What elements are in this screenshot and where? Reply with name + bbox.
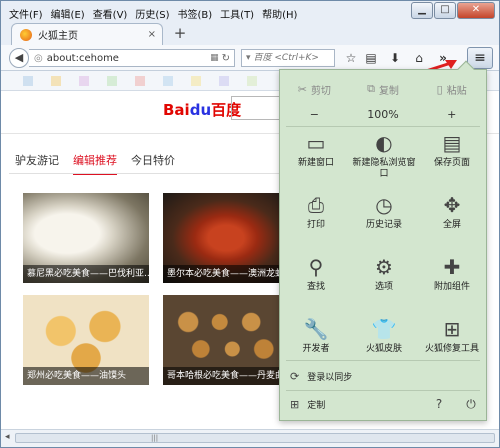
new-tab-button[interactable]: + xyxy=(171,24,189,42)
food-card[interactable]: 郑州必吃美食——油馍头 xyxy=(23,295,149,385)
search-input[interactable] xyxy=(253,53,324,63)
scroll-left-icon[interactable]: ◂ xyxy=(5,432,10,442)
close-window-button[interactable]: ✕ xyxy=(457,2,495,19)
tab-travel-notes[interactable]: 驴友游记 xyxy=(15,152,59,175)
zoom-out-button[interactable]: − xyxy=(280,108,349,121)
find-button[interactable]: ⚲ 查找 xyxy=(282,254,350,310)
fullscreen-button[interactable]: ✥ 全屏 xyxy=(418,192,486,248)
menu-tools[interactable]: 工具(T) xyxy=(216,6,258,21)
fullscreen-icon: ✥ xyxy=(443,193,461,217)
divider xyxy=(9,173,279,174)
food-card[interactable]: 墨尔本必吃美食——澳洲龙虾... xyxy=(163,193,289,283)
tab-bar: 火狐主页 × + xyxy=(1,21,499,45)
horizontal-scrollbar[interactable]: ◂ ||| xyxy=(1,429,499,447)
scissors-icon: ✂ xyxy=(297,82,307,96)
zoom-in-button[interactable]: + xyxy=(417,108,486,121)
sync-row[interactable]: ⟳ 登录以同步 xyxy=(280,364,486,388)
bookmark-favicon[interactable] xyxy=(191,76,201,86)
copy-button[interactable]: ⧉ 复制 xyxy=(349,82,418,97)
menu-help[interactable]: 帮助(H) xyxy=(258,6,301,21)
firefox-panel-menu: ✂ 剪切 ⧉ 复制 ▯ 粘贴 − 100% + ▭ 新建窗口 ◐ 新建隐私浏览窗口 ▤… xyxy=(279,60,487,421)
bookmark-favicon[interactable] xyxy=(219,76,229,86)
new-private-window-button[interactable]: ◐ 新建隐私浏览窗口 xyxy=(350,130,418,186)
reading-list-icon[interactable]: ▤ xyxy=(361,49,381,67)
addons-button[interactable]: ✚ 附加组件 xyxy=(418,254,486,310)
plus-box-icon: ⊞ xyxy=(290,397,300,411)
bookmark-favicon[interactable] xyxy=(107,76,117,86)
globe-icon: ◎ xyxy=(34,52,43,64)
scrollbar-thumb[interactable] xyxy=(15,433,495,443)
bookmark-favicon[interactable] xyxy=(135,76,145,86)
card-caption: 郑州必吃美食——油馍头 xyxy=(23,367,149,385)
paste-button[interactable]: ▯ 粘贴 xyxy=(417,82,486,97)
bookmark-favicon[interactable] xyxy=(163,76,173,86)
help-icon[interactable]: ? xyxy=(430,395,448,413)
sync-icon: ⟳ xyxy=(290,369,300,383)
menu-view[interactable]: 查看(V) xyxy=(89,6,132,21)
print-button[interactable]: ⎙ 打印 xyxy=(282,192,350,248)
wrench-icon: 🔧 xyxy=(303,317,329,341)
printer-icon: ⎙ xyxy=(308,193,324,217)
divider xyxy=(286,126,480,127)
menu-history[interactable]: 历史(S) xyxy=(131,6,173,21)
card-caption: 墨尔本必吃美食——澳洲龙虾... xyxy=(163,265,289,283)
gear-icon: ⚙ xyxy=(375,255,393,279)
search-bar[interactable]: ▾ xyxy=(241,49,335,67)
bookmark-favicon[interactable] xyxy=(79,76,89,86)
new-window-button[interactable]: ▭ 新建窗口 xyxy=(282,130,350,186)
edit-controls: ✂ 剪切 ⧉ 复制 ▯ 粘贴 xyxy=(280,78,486,100)
menu-bookmarks[interactable]: 书签(B) xyxy=(174,6,217,21)
bookmark-favicon[interactable] xyxy=(23,76,33,86)
toolbox-icon: ⊞ xyxy=(443,317,461,341)
divider xyxy=(286,390,480,391)
bookmark-favicon[interactable] xyxy=(51,76,61,86)
url-bar[interactable]: ◎ about:cehome ▦ ↻ xyxy=(29,49,235,67)
divider xyxy=(286,360,480,361)
bookmark-favicon[interactable] xyxy=(247,76,257,86)
card-caption: 哥本哈根必吃美食——丹麦曲... xyxy=(163,367,289,385)
close-tab-icon[interactable]: × xyxy=(148,29,156,40)
baidu-logo[interactable]: Baidu百度 xyxy=(163,99,241,120)
food-card[interactable]: 慕尼黑必吃美食——巴伐利亚... xyxy=(23,193,149,283)
reload-icon[interactable]: ↻ xyxy=(222,53,230,64)
tab-daily-deals[interactable]: 今日特价 xyxy=(131,152,175,175)
copy-icon: ⧉ xyxy=(367,82,375,95)
menu-file[interactable]: 文件(F) xyxy=(5,6,47,21)
maximize-button[interactable]: □ xyxy=(434,2,456,19)
menu-edit[interactable]: 编辑(E) xyxy=(47,6,89,21)
tab-firefox-home[interactable]: 火狐主页 × xyxy=(11,23,163,45)
save-page-icon: ▤ xyxy=(442,131,462,155)
card-caption: 慕尼黑必吃美食——巴伐利亚... xyxy=(23,265,149,283)
bookmark-star-icon[interactable]: ☆ xyxy=(341,49,361,67)
mask-icon: ◐ xyxy=(375,131,393,155)
menu-bar: 文件(F) 编辑(E) 查看(V) 历史(S) 书签(B) 工具(T) 帮助(H… xyxy=(5,5,425,21)
cut-button[interactable]: ✂ 剪切 xyxy=(280,82,349,97)
tab-editor-picks[interactable]: 编辑推荐 xyxy=(73,152,117,175)
qr-code-icon[interactable]: ▦ xyxy=(210,53,219,63)
window-icon: ▭ xyxy=(306,131,326,155)
puzzle-icon: ✚ xyxy=(443,255,461,279)
search-icon: ⚲ xyxy=(308,255,324,279)
url-text[interactable]: about:cehome xyxy=(47,53,210,64)
search-engine-icon[interactable]: ▾ xyxy=(246,53,251,63)
customize-button[interactable]: ⊞ 定制 xyxy=(280,392,420,416)
firefox-logo-icon xyxy=(20,28,32,41)
zoom-controls: − 100% + xyxy=(280,104,486,124)
food-card[interactable]: 哥本哈根必吃美食——丹麦曲... xyxy=(163,295,289,385)
scrollbar-grip-icon: ||| xyxy=(151,434,159,442)
minimize-button[interactable]: ▁ xyxy=(411,2,433,19)
back-button[interactable]: ◀ xyxy=(9,48,29,68)
power-icon[interactable]: ⏻ xyxy=(462,395,480,413)
browser-window: 文件(F) 编辑(E) 查看(V) 历史(S) 书签(B) 工具(T) 帮助(H… xyxy=(0,0,500,448)
content-tabs: 驴友游记 编辑推荐 今日特价 xyxy=(15,152,189,175)
clock-icon: ◷ xyxy=(375,193,393,217)
save-page-button[interactable]: ▤ 保存页面 xyxy=(418,130,486,186)
shirt-icon: 👕 xyxy=(371,317,397,341)
window-controls: ▁ □ ✕ xyxy=(410,2,495,19)
paste-icon: ▯ xyxy=(436,82,443,96)
options-button[interactable]: ⚙ 选项 xyxy=(350,254,418,310)
tab-title: 火狐主页 xyxy=(38,31,78,42)
zoom-reset-button[interactable]: 100% xyxy=(349,108,418,121)
history-button[interactable]: ◷ 历史记录 xyxy=(350,192,418,248)
